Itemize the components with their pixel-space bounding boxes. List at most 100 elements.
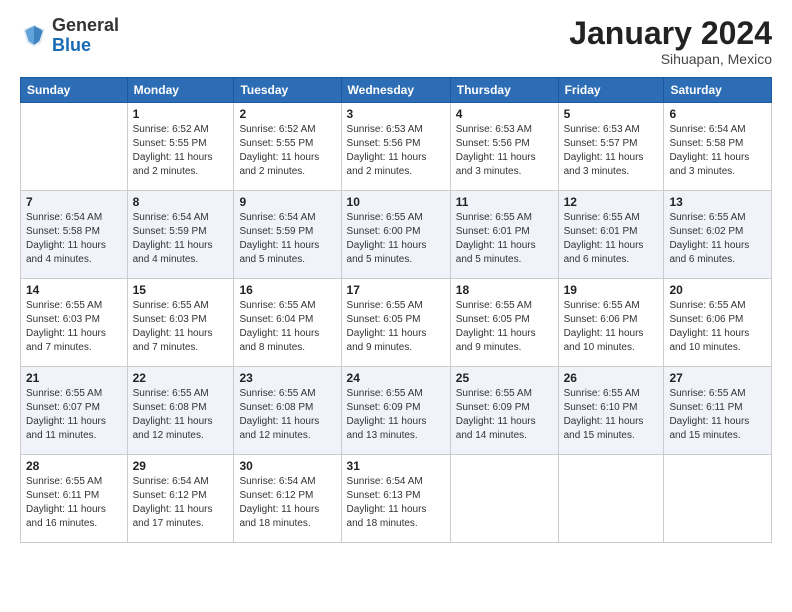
day-info: Sunrise: 6:54 AMSunset: 5:58 PMDaylight:… [26, 211, 122, 267]
calendar-cell: 7Sunrise: 6:54 AMSunset: 5:58 PMDaylight… [21, 191, 128, 279]
calendar-cell: 1 Sunrise: 6:52 AMSunset: 5:55 PMDaylight… [127, 103, 234, 191]
day-info: Sunrise: 6:52 AMSunset: 5:55 PMDaylight:… [133, 123, 229, 179]
calendar-table: Sunday Monday Tuesday Wednesday Thursday… [20, 77, 772, 543]
day-number: 1 [133, 107, 229, 121]
calendar-cell: 29 Sunrise: 6:54 AMSunset: 6:12 PMDayligh… [127, 455, 234, 543]
day-info: Sunrise: 6:54 AMSunset: 5:59 PMDaylight:… [239, 211, 335, 267]
day-number: 19 [564, 283, 659, 297]
day-info: Sunrise: 6:55 AMSunset: 6:05 PMDaylight:… [456, 299, 553, 355]
day-info: Sunrise: 6:55 AMSunset: 6:09 PMDaylight:… [347, 387, 445, 443]
day-info: Sunrise: 6:55 AMSunset: 6:11 PMDaylight:… [669, 387, 766, 443]
day-number: 4 [456, 107, 553, 121]
col-saturday: Saturday [664, 78, 772, 103]
col-wednesday: Wednesday [341, 78, 450, 103]
logo: General Blue [20, 16, 119, 56]
day-number: 29 [133, 459, 229, 473]
page: General Blue January 2024 Sihuapan, Mexi… [0, 0, 792, 612]
calendar-cell: 20 Sunrise: 6:55 AMSunset: 6:06 PMDayligh… [664, 279, 772, 367]
calendar-cell: 15 Sunrise: 6:55 AMSunset: 6:03 PMDayligh… [127, 279, 234, 367]
day-info: Sunrise: 6:55 AMSunset: 6:06 PMDaylight:… [564, 299, 659, 355]
day-number: 26 [564, 371, 659, 385]
day-info: Sunrise: 6:55 AMSunset: 6:00 PMDaylight:… [347, 211, 445, 267]
calendar-cell [450, 455, 558, 543]
calendar-cell: 19 Sunrise: 6:55 AMSunset: 6:06 PMDayligh… [558, 279, 664, 367]
calendar-cell [558, 455, 664, 543]
day-info: Sunrise: 6:54 AMSunset: 6:12 PMDaylight:… [239, 475, 335, 531]
day-info: Sunrise: 6:53 AMSunset: 5:56 PMDaylight:… [347, 123, 445, 179]
calendar-cell: 31Sunrise: 6:54 AMSunset: 6:13 PMDayligh… [341, 455, 450, 543]
day-info: Sunrise: 6:55 AMSunset: 6:06 PMDaylight:… [669, 299, 766, 355]
day-info: Sunrise: 6:55 AMSunset: 6:01 PMDaylight:… [564, 211, 659, 267]
calendar-week-5: 28 Sunrise: 6:55 AMSunset: 6:11 PMDayligh… [21, 455, 772, 543]
location: Sihuapan, Mexico [569, 51, 772, 67]
day-info: Sunrise: 6:52 AMSunset: 5:55 PMDaylight:… [239, 123, 335, 179]
day-info: Sunrise: 6:54 AMSunset: 6:12 PMDaylight:… [133, 475, 229, 531]
month-title: January 2024 [569, 16, 772, 51]
day-info: Sunrise: 6:55 AMSunset: 6:02 PMDaylight:… [669, 211, 766, 267]
day-info: Sunrise: 6:55 AMSunset: 6:08 PMDaylight:… [239, 387, 335, 443]
day-number: 14 [26, 283, 122, 297]
calendar-cell: 9Sunrise: 6:54 AMSunset: 5:59 PMDaylight… [234, 191, 341, 279]
header: General Blue January 2024 Sihuapan, Mexi… [20, 16, 772, 67]
calendar-cell: 21Sunrise: 6:55 AMSunset: 6:07 PMDayligh… [21, 367, 128, 455]
day-number: 2 [239, 107, 335, 121]
calendar-week-2: 7Sunrise: 6:54 AMSunset: 5:58 PMDaylight… [21, 191, 772, 279]
calendar-cell: 11Sunrise: 6:55 AMSunset: 6:01 PMDayligh… [450, 191, 558, 279]
day-number: 17 [347, 283, 445, 297]
calendar-cell: 16 Sunrise: 6:55 AMSunset: 6:04 PMDayligh… [234, 279, 341, 367]
calendar-cell: 10 Sunrise: 6:55 AMSunset: 6:00 PMDayligh… [341, 191, 450, 279]
calendar-cell: 22 Sunrise: 6:55 AMSunset: 6:08 PMDayligh… [127, 367, 234, 455]
calendar-cell: 25Sunrise: 6:55 AMSunset: 6:09 PMDayligh… [450, 367, 558, 455]
title-section: January 2024 Sihuapan, Mexico [569, 16, 772, 67]
day-number: 15 [133, 283, 229, 297]
day-info: Sunrise: 6:55 AMSunset: 6:01 PMDaylight:… [456, 211, 553, 267]
calendar-cell: 18Sunrise: 6:55 AMSunset: 6:05 PMDayligh… [450, 279, 558, 367]
day-number: 3 [347, 107, 445, 121]
day-info: Sunrise: 6:55 AMSunset: 6:03 PMDaylight:… [26, 299, 122, 355]
day-number: 28 [26, 459, 122, 473]
col-tuesday: Tuesday [234, 78, 341, 103]
day-number: 6 [669, 107, 766, 121]
calendar-cell: 6Sunrise: 6:54 AMSunset: 5:58 PMDaylight… [664, 103, 772, 191]
calendar-cell [21, 103, 128, 191]
calendar-cell: 2 Sunrise: 6:52 AMSunset: 5:55 PMDaylight… [234, 103, 341, 191]
day-number: 12 [564, 195, 659, 209]
day-number: 16 [239, 283, 335, 297]
day-number: 22 [133, 371, 229, 385]
day-info: Sunrise: 6:54 AMSunset: 5:59 PMDaylight:… [133, 211, 229, 267]
day-info: Sunrise: 6:55 AMSunset: 6:03 PMDaylight:… [133, 299, 229, 355]
logo-text: General Blue [52, 16, 119, 56]
day-number: 10 [347, 195, 445, 209]
day-info: Sunrise: 6:55 AMSunset: 6:10 PMDaylight:… [564, 387, 659, 443]
day-info: Sunrise: 6:55 AMSunset: 6:08 PMDaylight:… [133, 387, 229, 443]
day-number: 25 [456, 371, 553, 385]
day-info: Sunrise: 6:55 AMSunset: 6:04 PMDaylight:… [239, 299, 335, 355]
day-number: 5 [564, 107, 659, 121]
calendar-cell: 4Sunrise: 6:53 AMSunset: 5:56 PMDaylight… [450, 103, 558, 191]
day-info: Sunrise: 6:53 AMSunset: 5:57 PMDaylight:… [564, 123, 659, 179]
calendar-week-4: 21Sunrise: 6:55 AMSunset: 6:07 PMDayligh… [21, 367, 772, 455]
day-number: 24 [347, 371, 445, 385]
logo-blue: Blue [52, 36, 119, 56]
calendar-cell: 28 Sunrise: 6:55 AMSunset: 6:11 PMDayligh… [21, 455, 128, 543]
day-number: 27 [669, 371, 766, 385]
calendar-cell: 3 Sunrise: 6:53 AMSunset: 5:56 PMDaylight… [341, 103, 450, 191]
day-number: 20 [669, 283, 766, 297]
logo-general: General [52, 16, 119, 36]
calendar-cell: 8 Sunrise: 6:54 AMSunset: 5:59 PMDaylight… [127, 191, 234, 279]
calendar-cell: 27 Sunrise: 6:55 AMSunset: 6:11 PMDayligh… [664, 367, 772, 455]
calendar-cell: 24 Sunrise: 6:55 AMSunset: 6:09 PMDayligh… [341, 367, 450, 455]
col-friday: Friday [558, 78, 664, 103]
calendar-week-3: 14 Sunrise: 6:55 AMSunset: 6:03 PMDayligh… [21, 279, 772, 367]
day-info: Sunrise: 6:55 AMSunset: 6:07 PMDaylight:… [26, 387, 122, 443]
col-monday: Monday [127, 78, 234, 103]
day-number: 31 [347, 459, 445, 473]
calendar-cell: 14 Sunrise: 6:55 AMSunset: 6:03 PMDayligh… [21, 279, 128, 367]
calendar-cell [664, 455, 772, 543]
calendar-cell: 5 Sunrise: 6:53 AMSunset: 5:57 PMDaylight… [558, 103, 664, 191]
day-number: 8 [133, 195, 229, 209]
logo-icon [20, 22, 48, 50]
calendar-week-1: 1 Sunrise: 6:52 AMSunset: 5:55 PMDaylight… [21, 103, 772, 191]
day-info: Sunrise: 6:55 AMSunset: 6:11 PMDaylight:… [26, 475, 122, 531]
col-thursday: Thursday [450, 78, 558, 103]
